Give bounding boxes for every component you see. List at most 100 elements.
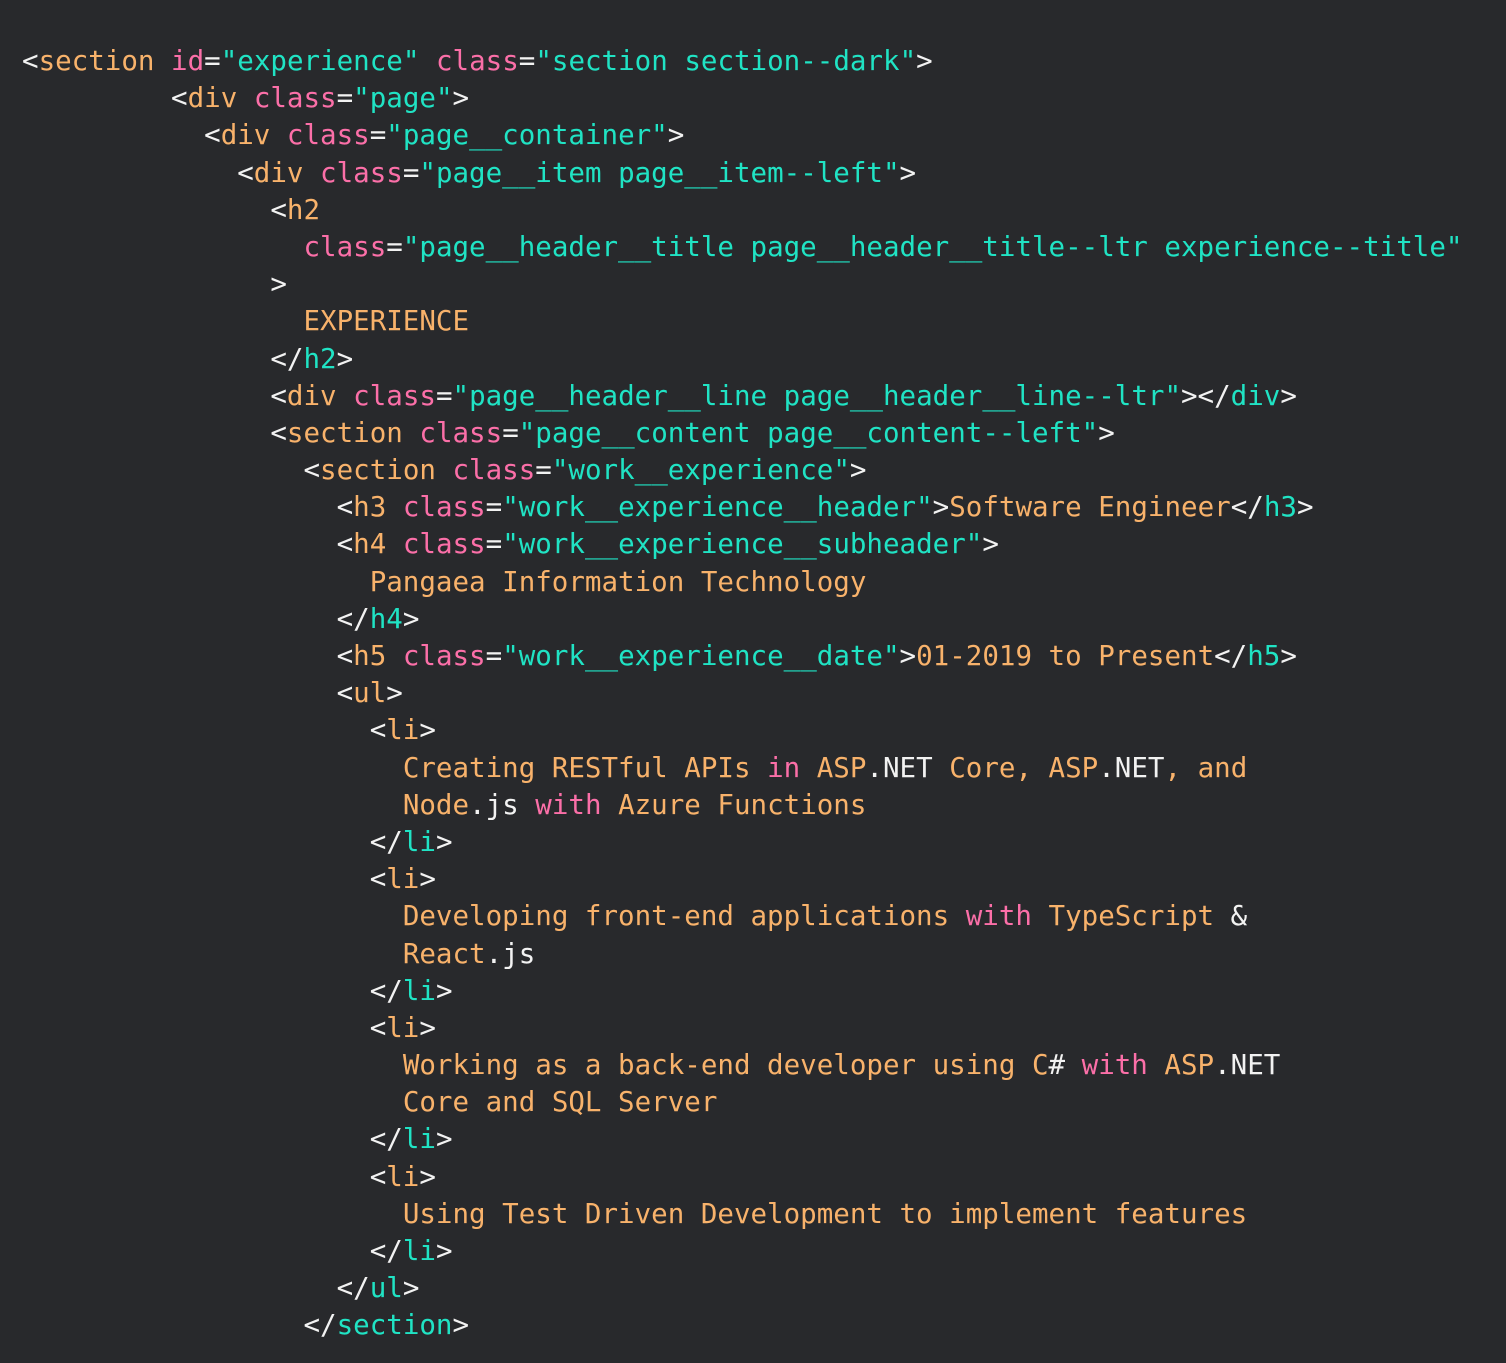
- keyword-token: with: [535, 788, 602, 821]
- closing-tag-name-token: li: [402, 1235, 436, 1267]
- closing-tag-name-token: div: [1230, 379, 1281, 412]
- string-token: "page__content page__content--left": [518, 416, 1099, 449]
- punctuation-token: >: [419, 1160, 436, 1193]
- string-token: "section section--dark": [535, 45, 917, 77]
- code-line: <section class="page__content page__cont…: [22, 415, 1462, 452]
- text-token: React: [402, 937, 486, 970]
- punctuation-token: </: [336, 1272, 370, 1305]
- closing-tag-name-token: h2: [303, 342, 337, 375]
- attribute-name-token: class: [402, 528, 486, 561]
- punctuation-token: >: [336, 342, 354, 375]
- punctuation-token: </: [369, 825, 403, 858]
- plain-token: .NET: [1214, 1049, 1281, 1082]
- code-line: class="page__header__title page__header_…: [22, 229, 1462, 266]
- plain-token: .js: [469, 788, 519, 821]
- attribute-name-token: class: [419, 416, 503, 449]
- tag-name-token: section: [286, 416, 403, 449]
- punctuation-token: >: [435, 1235, 453, 1267]
- punctuation-token: =: [485, 640, 503, 672]
- code-line: <section class="work__experience">: [22, 452, 1462, 489]
- punctuation-token: =: [485, 491, 503, 524]
- punctuation-token: >: [452, 82, 470, 115]
- string-token: "experience": [220, 45, 420, 77]
- tag-name-token: li: [386, 714, 420, 747]
- code-line: <div class="page">: [22, 80, 1462, 117]
- punctuation-token: <: [270, 416, 287, 449]
- text-token: Developing front-end applications: [402, 900, 966, 933]
- string-token: "page__header__line page__header__line--…: [452, 379, 1181, 412]
- text-token: , and: [1164, 751, 1248, 784]
- punctuation-token: >: [435, 1123, 453, 1156]
- code-line: <li>: [22, 1010, 1462, 1047]
- plain-token: #: [1048, 1049, 1066, 1082]
- punctuation-token: <: [22, 45, 39, 77]
- code-line: <section id="experience" class="section …: [22, 43, 1462, 80]
- punctuation-token: </: [303, 1309, 337, 1342]
- tag-name-token: li: [386, 863, 420, 896]
- tag-name-token: h4: [353, 528, 387, 561]
- keyword-token: with: [1081, 1049, 1148, 1082]
- attribute-name-token: class: [253, 82, 337, 115]
- tag-name-token: li: [386, 1160, 420, 1193]
- punctuation-token: >: [386, 677, 403, 710]
- string-token: "work__experience__header": [502, 491, 933, 524]
- punctuation-token: >: [452, 1309, 470, 1342]
- punctuation-token: <: [336, 528, 354, 561]
- attribute-name-token: class: [286, 119, 370, 152]
- plain-token: &: [1230, 900, 1248, 933]
- closing-tag-name-token: h3: [1263, 491, 1297, 524]
- punctuation-token: =: [485, 528, 503, 561]
- code-line: </section>: [22, 1307, 1462, 1344]
- tag-name-token: h2: [286, 193, 321, 226]
- punctuation-token: </: [369, 1235, 403, 1267]
- code-line: </h2>: [22, 341, 1462, 378]
- text-token: Azure Functions: [601, 788, 867, 821]
- string-token: "page__header__title page__header__title…: [402, 230, 1463, 263]
- punctuation-token: >: [419, 714, 436, 747]
- code-line: Developing front-end applications with T…: [22, 898, 1462, 935]
- keyword-token: with: [965, 900, 1032, 933]
- attribute-name-token: id: [171, 45, 205, 77]
- tag-name-token: ul: [353, 677, 387, 710]
- closing-tag-name-token: li: [402, 974, 436, 1007]
- punctuation-token: >: [435, 974, 453, 1007]
- text-token: ASP: [1147, 1049, 1215, 1082]
- code-line: <h5 class="work__experience__date">01-20…: [22, 638, 1462, 675]
- punctuation-token: </: [369, 974, 403, 1007]
- code-line: <div class="page__item page__item--left"…: [22, 155, 1462, 192]
- punctuation-token: >: [402, 602, 420, 635]
- plain-token: .js: [485, 937, 536, 970]
- punctuation-token: >: [402, 1272, 420, 1305]
- text-token: TypeScript: [1031, 900, 1231, 933]
- tag-name-token: div: [187, 82, 238, 115]
- punctuation-token: >: [899, 156, 917, 189]
- punctuation-token: <: [270, 193, 287, 226]
- punctuation-token: =: [402, 156, 420, 189]
- text-token: Working as a back-end developer using C: [402, 1049, 1049, 1082]
- code-line: <li>: [22, 861, 1462, 898]
- punctuation-token: <: [369, 714, 387, 747]
